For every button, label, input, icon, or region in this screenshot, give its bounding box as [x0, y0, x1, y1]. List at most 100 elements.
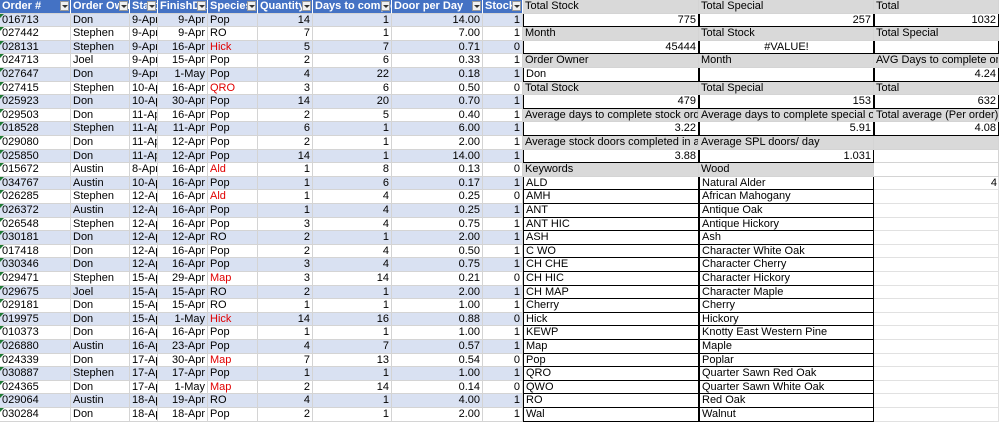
table-cell[interactable]: 14.00 [392, 13, 483, 28]
table-cell[interactable]: 1 [483, 108, 523, 123]
table-cell[interactable]: 0.14 [392, 380, 483, 395]
table-cell[interactable]: 027442 [0, 27, 71, 41]
table-cell[interactable]: 16-Apr [158, 40, 208, 55]
table-cell[interactable]: 0.88 [392, 312, 483, 327]
table-cell[interactable]: 1 [483, 340, 523, 354]
keyword-cell[interactable]: ANT [523, 204, 699, 218]
wood-cell[interactable]: Quarter Sawn White Oak [699, 380, 874, 395]
table-cell[interactable]: 0.71 [392, 40, 483, 55]
wood-cell[interactable]: Character Maple [699, 285, 874, 300]
table-cell[interactable]: 4.00 [392, 394, 483, 408]
table-cell[interactable]: 2 [258, 136, 313, 150]
column-header[interactable]: Order Owner [71, 0, 130, 14]
table-cell[interactable]: 18-Apr [130, 394, 158, 408]
keyword-cell[interactable]: ANT HIC [523, 217, 699, 232]
table-cell[interactable]: 1.00 [392, 299, 483, 313]
table-cell[interactable]: Stephen [71, 190, 130, 204]
wood-cell[interactable]: Hickory [699, 312, 874, 327]
empty-cell[interactable] [874, 190, 999, 204]
empty-cell[interactable] [874, 408, 999, 422]
keyword-cell[interactable]: CH CHE [523, 258, 699, 272]
table-cell[interactable]: 11-Apr [130, 108, 158, 123]
table-cell[interactable]: 4 [313, 244, 392, 259]
summary-cell[interactable]: 3.22 [523, 122, 699, 136]
table-cell[interactable]: 9-Apr [130, 27, 158, 41]
table-cell[interactable]: 1 [483, 231, 523, 245]
table-cell[interactable]: 025850 [0, 149, 71, 164]
table-cell[interactable]: Stephen [71, 217, 130, 232]
table-cell[interactable]: 16-Apr [158, 163, 208, 177]
table-cell[interactable]: 30-Apr [158, 353, 208, 368]
table-cell[interactable]: 0 [483, 190, 523, 204]
table-cell[interactable]: 1 [258, 204, 313, 218]
wood-cell[interactable]: Poplar [699, 353, 874, 368]
table-cell[interactable]: Stephen [71, 122, 130, 136]
table-cell[interactable]: 1 [483, 13, 523, 28]
table-cell[interactable]: 19-Apr [158, 394, 208, 408]
table-cell[interactable]: 9-Apr [130, 13, 158, 28]
table-cell[interactable]: Pop [208, 204, 258, 218]
table-cell[interactable]: 2 [258, 231, 313, 245]
table-cell[interactable]: 025923 [0, 95, 71, 109]
table-cell[interactable]: 1 [483, 217, 523, 232]
table-cell[interactable]: 3 [258, 272, 313, 286]
column-header[interactable]: FinishDa [158, 0, 208, 14]
table-cell[interactable]: 16-Apr [158, 326, 208, 340]
table-cell[interactable]: 12-Apr [130, 217, 158, 232]
column-header[interactable]: StartD [130, 0, 158, 14]
filter-dropdown-icon[interactable] [197, 1, 206, 11]
table-cell[interactable]: 22 [313, 68, 392, 82]
table-cell[interactable]: 1-May [158, 312, 208, 327]
filter-dropdown-icon[interactable] [512, 1, 521, 11]
table-cell[interactable]: 0.13 [392, 163, 483, 177]
table-cell[interactable]: Don [71, 326, 130, 340]
keyword-cell[interactable]: C WO [523, 244, 699, 259]
empty-cell[interactable] [874, 258, 999, 272]
table-cell[interactable]: 0.18 [392, 68, 483, 82]
table-cell[interactable]: 0 [483, 380, 523, 395]
table-cell[interactable]: 6 [313, 81, 392, 96]
table-cell[interactable]: Pop [208, 136, 258, 150]
table-cell[interactable]: Pop [208, 176, 258, 191]
table-cell[interactable]: 0.40 [392, 108, 483, 123]
table-cell[interactable]: 1 [483, 27, 523, 41]
filter-dropdown-icon[interactable] [147, 1, 156, 11]
table-cell[interactable]: 12-Apr [130, 190, 158, 204]
table-cell[interactable]: Stephen [71, 27, 130, 41]
table-cell[interactable]: 16-Apr [158, 81, 208, 96]
table-cell[interactable]: Stephen [71, 81, 130, 96]
table-cell[interactable]: Stephen [71, 367, 130, 381]
summary-cell[interactable]: Average stock doors completed in a day [523, 136, 699, 150]
table-cell[interactable]: 1 [313, 136, 392, 150]
table-cell[interactable]: Pop [208, 244, 258, 259]
table-cell[interactable]: 6 [258, 122, 313, 136]
summary-cell[interactable]: 4.08 [874, 122, 999, 136]
table-cell[interactable]: 3 [258, 258, 313, 272]
table-cell[interactable]: Austin [71, 176, 130, 191]
empty-cell[interactable] [874, 367, 999, 381]
table-cell[interactable]: 1 [313, 149, 392, 164]
table-cell[interactable]: 1 [258, 299, 313, 313]
table-cell[interactable]: 15-Apr [158, 299, 208, 313]
table-cell[interactable]: 5 [313, 108, 392, 123]
keyword-cell[interactable]: AMH [523, 190, 699, 204]
table-cell[interactable]: Pop [208, 149, 258, 164]
table-cell[interactable]: 14.00 [392, 149, 483, 164]
table-cell[interactable]: 1-May [158, 380, 208, 395]
wood-cell[interactable]: Red Oak [699, 394, 874, 408]
table-cell[interactable]: 2.00 [392, 136, 483, 150]
table-cell[interactable]: RO [208, 285, 258, 300]
table-cell[interactable]: 0.25 [392, 204, 483, 218]
table-cell[interactable]: 1 [483, 176, 523, 191]
filter-dropdown-icon[interactable] [119, 1, 128, 11]
empty-cell[interactable] [874, 380, 999, 395]
empty-cell[interactable] [874, 285, 999, 300]
table-cell[interactable]: 026372 [0, 204, 71, 218]
summary-cell[interactable]: Total Stock [523, 0, 699, 14]
wood-cell[interactable]: Ash [699, 231, 874, 245]
keyword-cell[interactable]: KEWP [523, 326, 699, 340]
column-header[interactable]: Quantity [258, 0, 313, 14]
wood-cell[interactable]: Antique Oak [699, 204, 874, 218]
table-cell[interactable]: 1 [483, 394, 523, 408]
summary-cell[interactable]: 632 [874, 95, 999, 109]
